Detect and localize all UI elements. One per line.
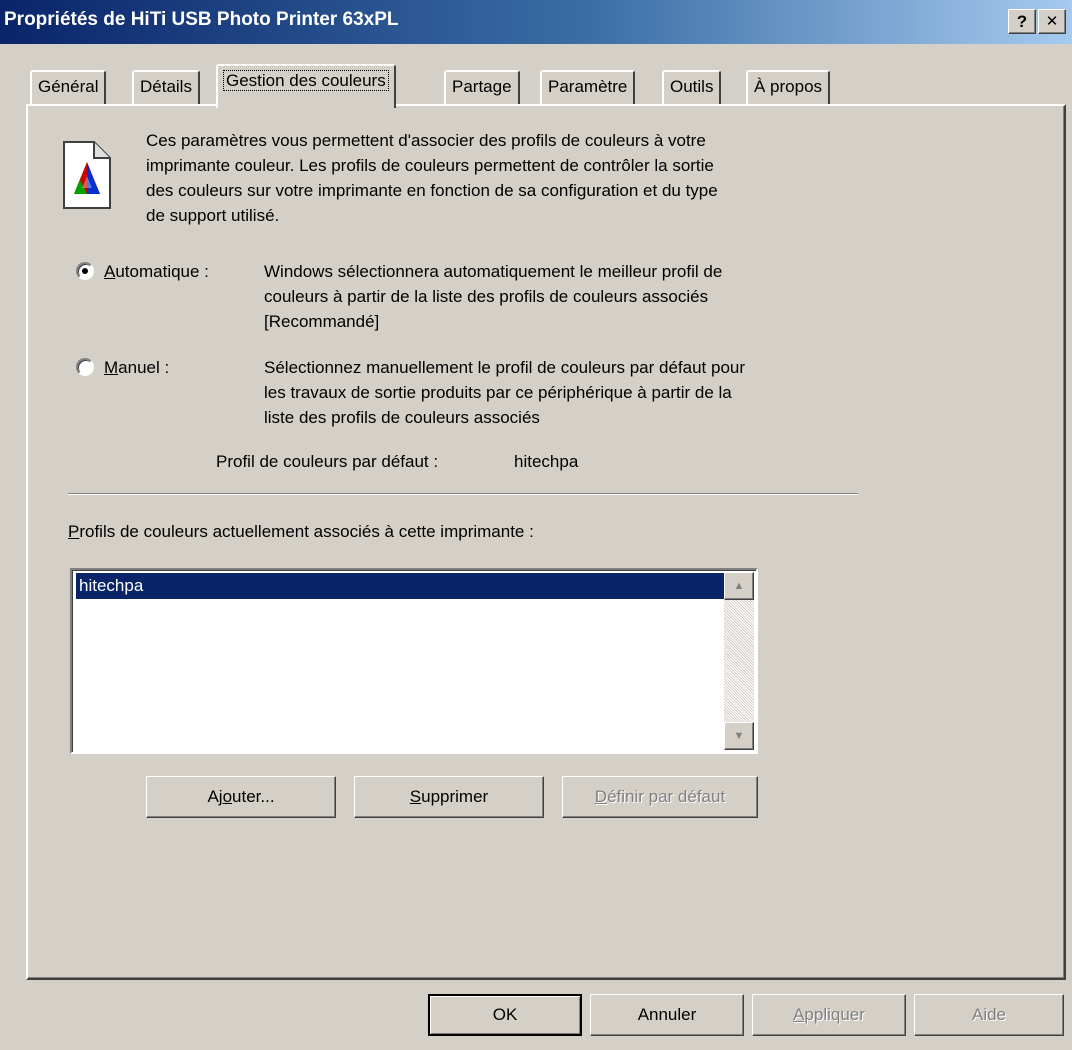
cancel-button[interactable]: Annuler (590, 994, 744, 1036)
list-item-selected[interactable]: hitechpa (76, 573, 726, 599)
ok-button[interactable]: OK (428, 994, 582, 1036)
radio-automatic-label[interactable]: Automatique : (104, 259, 209, 284)
intro-line-4: de support utilisé. (146, 206, 280, 225)
apply-button[interactable]: Appliquer (752, 994, 906, 1036)
radio-automatic[interactable] (76, 262, 94, 280)
color-profile-icon (63, 141, 111, 209)
manual-desc-line-1: Sélectionnez manuellement le profil de c… (264, 358, 746, 377)
tab-general[interactable]: Général (30, 70, 107, 104)
tab-color-management[interactable]: Gestion des couleurs (216, 64, 396, 108)
separator-highlight (68, 494, 858, 495)
automatic-desc-line-2: couleurs à partir de la liste des profil… (264, 287, 709, 306)
add-profile-button[interactable]: Ajouter... (146, 776, 336, 818)
intro-line-3: des couleurs sur votre imprimante en fon… (146, 181, 718, 200)
automatic-desc-line-1: Windows sélectionnera automatiquement le… (264, 262, 723, 281)
radio-automatic-dot (82, 268, 88, 274)
remove-profile-button[interactable]: Supprimer (354, 776, 544, 818)
help-button[interactable]: Aide (914, 994, 1064, 1036)
profiles-listbox[interactable]: hitechpa ▲ ▼ (70, 568, 758, 754)
intro-line-2: imprimante couleur. Les profils de coule… (146, 156, 714, 175)
manual-desc-line-2: les travaux de sortie produits par ce pé… (264, 383, 732, 402)
tab-tools[interactable]: Outils (662, 70, 722, 104)
tab-details[interactable]: Détails (132, 70, 200, 104)
tab-sharing[interactable]: Partage (444, 70, 520, 104)
intro-line-1: Ces paramètres vous permettent d'associe… (146, 131, 706, 150)
title-bar: Propriétés de HiTi USB Photo Printer 63x… (0, 0, 1072, 44)
scroll-up-icon[interactable]: ▲ (724, 572, 754, 600)
manual-desc-line-3: liste des profils de couleurs associés (264, 408, 540, 427)
radio-manual-label[interactable]: Manuel : (104, 355, 169, 380)
default-profile-value: hitechpa (514, 452, 579, 471)
tab-settings[interactable]: Paramètre (540, 70, 636, 104)
vertical-scrollbar[interactable]: ▲ ▼ (724, 572, 754, 750)
close-title-button[interactable]: ✕ (1038, 9, 1066, 34)
tab-about[interactable]: À propos (746, 70, 831, 104)
radio-manual[interactable] (76, 358, 94, 376)
default-profile-label: Profil de couleurs par défaut : (216, 452, 439, 471)
profiles-list-label: Profils de couleurs actuellement associé… (68, 522, 534, 541)
window-title: Propriétés de HiTi USB Photo Printer 63x… (4, 9, 399, 30)
automatic-desc-line-3: [Recommandé] (264, 312, 380, 331)
scroll-down-icon[interactable]: ▼ (724, 722, 754, 750)
help-title-button[interactable]: ? (1008, 9, 1036, 34)
set-default-button[interactable]: Définir par défaut (562, 776, 758, 818)
